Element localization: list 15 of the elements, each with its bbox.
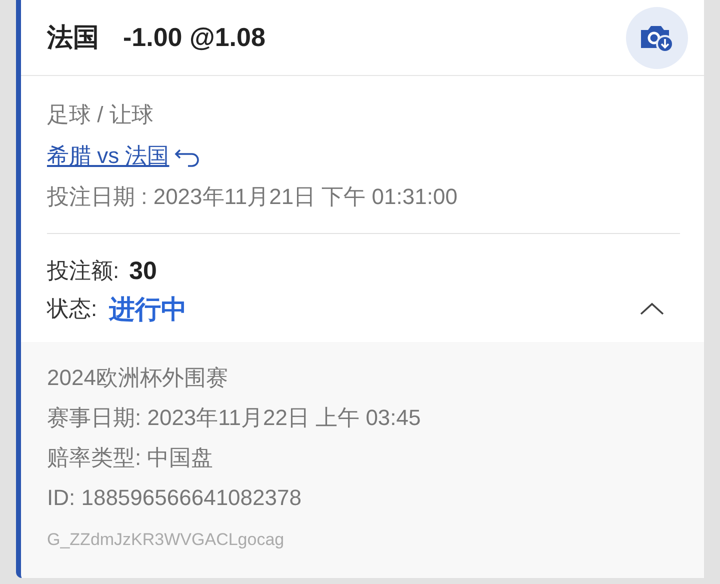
detail-text: ID: 188596566641082378 bbox=[47, 484, 302, 512]
match-link[interactable]: 希腊 vs 法国 bbox=[47, 135, 170, 176]
selection-title: 法国 bbox=[47, 21, 99, 54]
status-label: 状态: bbox=[47, 295, 98, 323]
detail-text: 赛事日期: 2023年11月22日 上午 03:45 bbox=[47, 404, 422, 432]
stake-label: 投注额: bbox=[47, 257, 120, 285]
bet-date-text: 投注日期 : 2023年11月21日 下午 01:31:00 bbox=[47, 183, 458, 211]
stake-value: 30 bbox=[129, 256, 157, 287]
chevron-up-icon bbox=[639, 301, 665, 317]
status-value: 进行中 bbox=[109, 293, 188, 326]
detail-text: 2024欧洲杯外围赛 bbox=[47, 364, 229, 392]
odds-text: -1.00 @1.08 bbox=[123, 21, 266, 54]
sport-market-text: 足球 / 让球 bbox=[47, 101, 154, 129]
reference-code: G_ZZdmJzKR3WVGACLgocag bbox=[47, 529, 286, 551]
detail-text: 赔率类型: 中国盘 bbox=[47, 444, 214, 472]
